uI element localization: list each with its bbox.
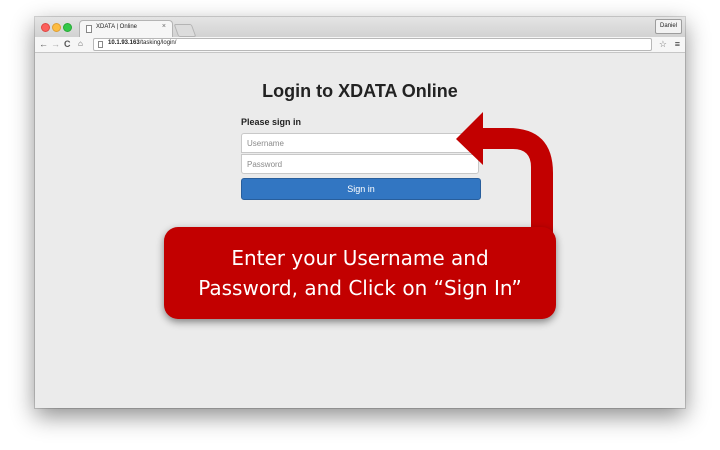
url-text: 10.1.93.163/tasking/login/ — [108, 40, 176, 46]
tab-bar: XDATA | Online × Daniel — [35, 17, 685, 38]
close-icon[interactable]: × — [162, 23, 166, 30]
browser-toolbar: ← → C ⌂ 10.1.93.163/tasking/login/ ☆ ≡ — [35, 37, 685, 53]
tab-title: XDATA | Online — [96, 24, 138, 30]
page-icon — [98, 41, 103, 48]
url-path: /tasking/login/ — [139, 40, 177, 46]
sign-in-button[interactable]: Sign in — [241, 178, 481, 200]
back-arrow-icon[interactable]: ← — [39, 38, 48, 50]
reload-icon[interactable]: C — [64, 38, 71, 50]
home-icon[interactable]: ⌂ — [78, 38, 83, 50]
page-icon — [86, 25, 92, 33]
password-input[interactable] — [241, 154, 479, 174]
minimize-window-button[interactable] — [52, 23, 61, 32]
forward-arrow-icon[interactable]: → — [51, 38, 60, 50]
menu-icon[interactable]: ≡ — [675, 38, 680, 50]
signin-label: Please sign in — [241, 117, 302, 127]
username-input[interactable] — [241, 133, 479, 153]
new-tab-button[interactable] — [173, 24, 197, 37]
instruction-callout: Enter your Username and Password, and Cl… — [164, 227, 556, 319]
url-host: 10.1.93.163 — [108, 40, 140, 46]
star-icon[interactable]: ☆ — [659, 38, 667, 50]
browser-tab[interactable]: XDATA | Online × — [79, 20, 173, 38]
callout-line-2: Password, and Click on “Sign In” — [198, 276, 522, 300]
close-window-button[interactable] — [41, 23, 50, 32]
zoom-window-button[interactable] — [63, 23, 72, 32]
browser-window: XDATA | Online × Daniel ← → C ⌂ 10.1.93.… — [35, 17, 685, 408]
page-title: Login to XDATA Online — [262, 81, 458, 101]
profile-button[interactable]: Daniel — [654, 19, 682, 34]
address-bar[interactable]: 10.1.93.163/tasking/login/ — [93, 38, 652, 51]
callout-line-1: Enter your Username and — [231, 246, 489, 270]
